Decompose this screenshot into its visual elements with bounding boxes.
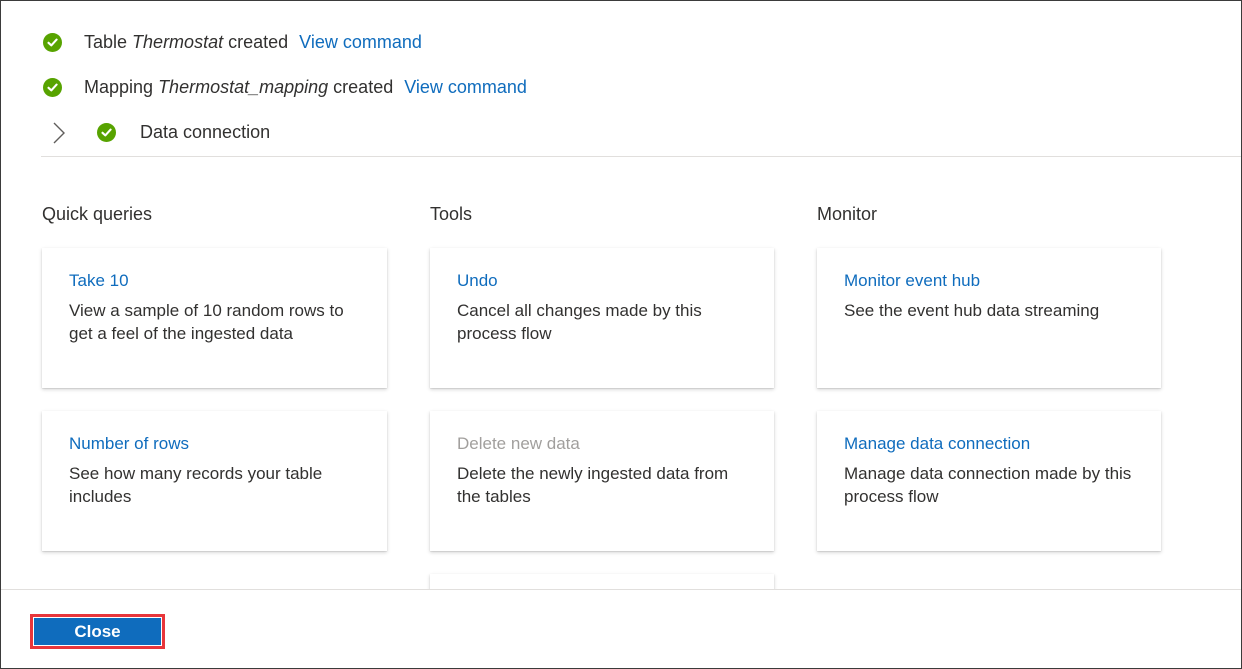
status-table-created: Table Thermostat created View command — [43, 30, 422, 54]
card-delete-new-data: Delete new data Delete the newly ingeste… — [430, 411, 774, 551]
section-title-monitor: Monitor — [817, 204, 878, 224]
card-take-10[interactable]: Take 10 View a sample of 10 random rows … — [42, 248, 387, 388]
card-description: See the event hub data streaming — [844, 301, 1100, 320]
status-mapping-name: Thermostat_mapping — [158, 76, 329, 97]
status-mapping-suffix: created — [333, 76, 394, 97]
ingestion-summary-panel: Table Thermostat created View command Ma… — [0, 0, 1242, 669]
footer-divider — [1, 589, 1241, 590]
status-mapping-prefix: Mapping — [84, 76, 154, 97]
card-title: Manage data connection — [844, 434, 1031, 453]
card-description: View a sample of 10 random rows to get a… — [69, 301, 344, 343]
success-check-icon — [43, 77, 62, 97]
success-check-icon — [43, 32, 62, 52]
card-title: Monitor event hub — [844, 271, 981, 290]
view-command-link[interactable]: View command — [299, 32, 422, 53]
status-table-prefix: Table — [84, 31, 128, 52]
status-table-name: Thermostat — [132, 31, 224, 52]
chevron-right-icon[interactable] — [51, 122, 67, 144]
view-command-link[interactable]: View command — [404, 77, 527, 98]
footer — [1, 590, 1241, 668]
card-title: Number of rows — [69, 434, 189, 453]
card-title: Delete new data — [457, 434, 580, 453]
card-monitor-event-hub[interactable]: Monitor event hub See the event hub data… — [817, 248, 1161, 388]
section-title-tools: Tools — [430, 204, 473, 224]
card-description: Cancel all changes made by this process … — [457, 301, 702, 343]
status-mapping-created: Mapping Thermostat_mapping created View … — [43, 75, 527, 99]
card-description: Delete the newly ingested data from the … — [457, 464, 729, 506]
card-undo[interactable]: Undo Cancel all changes made by this pro… — [430, 248, 774, 388]
card-description: Manage data connection made by this proc… — [844, 464, 1132, 506]
card-title: Undo — [457, 271, 498, 290]
status-table-suffix: created — [228, 31, 289, 52]
close-button[interactable]: Close — [34, 618, 161, 645]
card-number-of-rows[interactable]: Number of rows See how many records your… — [42, 411, 387, 551]
data-connection-label: Data connection — [140, 122, 271, 142]
card-title: Take 10 — [69, 271, 129, 290]
divider — [41, 156, 1241, 157]
success-check-icon — [97, 123, 116, 142]
section-title-quick-queries: Quick queries — [42, 204, 153, 224]
card-description: See how many records your table includes — [69, 464, 323, 506]
card-manage-data-connection[interactable]: Manage data connection Manage data conne… — [817, 411, 1161, 551]
